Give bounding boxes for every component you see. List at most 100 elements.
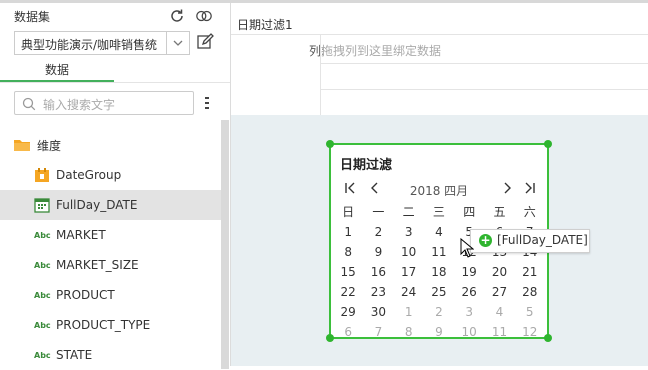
dataset-panel: 数据集 典型功能演示/咖啡销售统 数据 输入搜索文字 维度 DateGroup … <box>0 3 231 369</box>
tree-scrollbar[interactable] <box>221 120 229 369</box>
tree-label: MARKET <box>56 228 106 242</box>
search-input[interactable]: 输入搜索文字 <box>14 91 194 115</box>
link-rings-icon[interactable] <box>195 7 213 25</box>
calendar-day[interactable]: 17 <box>394 262 424 282</box>
calendar-day[interactable]: 2 <box>363 222 393 242</box>
calendar-day[interactable]: 12 <box>515 322 545 342</box>
component-name: 日期过滤1 <box>237 18 293 32</box>
calendar-day[interactable]: 28 <box>515 282 545 302</box>
calendar-day[interactable]: 21 <box>515 262 545 282</box>
calendar-week-row: 29 30 1 2 3 4 5 <box>333 302 545 322</box>
calendar-day[interactable]: 4 <box>424 222 454 242</box>
abc-text-icon: Abc <box>34 260 51 270</box>
edit-icon[interactable] <box>196 33 214 51</box>
more-menu-icon[interactable] <box>204 96 210 110</box>
tree-item-dategroup[interactable]: DateGroup <box>0 160 221 190</box>
abc-text-icon: Abc <box>34 290 51 300</box>
calendar-day[interactable]: 11 <box>424 242 454 262</box>
weekday-label: 四 <box>463 205 476 219</box>
calendar-day[interactable]: 9 <box>363 242 393 262</box>
tree-label: PRODUCT <box>56 288 115 302</box>
weekday-label: 二 <box>402 205 415 219</box>
calendar-day[interactable]: 30 <box>363 302 393 322</box>
calendar-day[interactable]: 15 <box>333 262 363 282</box>
tab-divider <box>0 82 230 83</box>
tree-label: PRODUCT_TYPE <box>56 318 151 332</box>
calendar-day[interactable]: 27 <box>484 282 514 302</box>
tree-item-product[interactable]: Abc PRODUCT <box>0 280 221 310</box>
calendar-day[interactable]: 16 <box>363 262 393 282</box>
calendar-day[interactable]: 7 <box>363 322 393 342</box>
calendar-day[interactable]: 20 <box>484 262 514 282</box>
tree-label: 维度 <box>37 138 62 153</box>
calendar-week-row: 22 23 24 25 26 27 28 <box>333 282 545 302</box>
column-drop-zone[interactable]: 拖拽列到这里绑定数据 <box>321 37 648 63</box>
calendar-day[interactable]: 8 <box>333 242 363 262</box>
calendar-day[interactable]: 10 <box>394 242 424 262</box>
drop-row-divider <box>321 63 648 64</box>
tree-label: MARKET_SIZE <box>56 258 139 272</box>
calendar-day[interactable]: 24 <box>394 282 424 302</box>
tree-label: FullDay_DATE <box>56 198 138 212</box>
calendar-day[interactable]: 8 <box>394 322 424 342</box>
tree-item-market[interactable]: Abc MARKET <box>0 220 221 250</box>
weekday-label: 三 <box>432 205 445 219</box>
calendar-day[interactable]: 22 <box>333 282 363 302</box>
drag-tooltip: + [FullDay_DATE] <box>470 229 590 253</box>
calendar-day[interactable]: 1 <box>333 222 363 242</box>
dataset-select-value: 典型功能演示/咖啡销售统 <box>21 38 158 52</box>
column-drop-placeholder: 拖拽列到这里绑定数据 <box>321 44 442 58</box>
add-plus-icon: + <box>479 233 492 247</box>
calendar-day[interactable]: 1 <box>394 302 424 322</box>
search-icon <box>22 97 36 114</box>
calendar-day[interactable]: 6 <box>333 322 363 342</box>
weekday-label: 日 <box>342 205 355 219</box>
resize-handle[interactable] <box>544 140 552 148</box>
calendar-day[interactable]: 26 <box>454 282 484 302</box>
widget-title: 日期过滤 <box>340 158 393 173</box>
drop-row-divider <box>321 89 648 90</box>
resize-handle[interactable] <box>326 334 334 342</box>
next-month-icon[interactable] <box>501 182 513 197</box>
last-month-icon[interactable] <box>524 182 536 197</box>
header-divider <box>231 34 648 35</box>
calendar-day[interactable]: 4 <box>484 302 514 322</box>
chevron-down-icon[interactable] <box>166 32 189 54</box>
calendar-grid: 日 一 二 三 四 五 六 12345678910111213141516171… <box>333 202 545 342</box>
month-label: 2018 四月 <box>409 184 469 198</box>
calendar-day[interactable]: 11 <box>484 322 514 342</box>
calendar-day[interactable]: 23 <box>363 282 393 302</box>
mouse-cursor-icon <box>460 237 475 261</box>
calendar-week-row: 15 16 17 18 19 20 21 <box>333 262 545 282</box>
refresh-icon[interactable] <box>168 7 186 25</box>
folder-icon <box>13 138 31 152</box>
tree-item-fullday-date[interactable]: FullDay_DATE <box>0 190 221 220</box>
date-group-icon <box>34 167 50 183</box>
search-placeholder: 输入搜索文字 <box>43 98 116 112</box>
calendar-day[interactable]: 29 <box>333 302 363 322</box>
calendar-day[interactable]: 3 <box>454 302 484 322</box>
calendar-day[interactable]: 5 <box>515 302 545 322</box>
calendar-day[interactable]: 25 <box>424 282 454 302</box>
resize-handle[interactable] <box>544 334 552 342</box>
calendar-day[interactable]: 2 <box>424 302 454 322</box>
tree-item-product-type[interactable]: Abc PRODUCT_TYPE <box>0 310 221 340</box>
abc-text-icon: Abc <box>34 320 51 330</box>
calendar-day[interactable]: 19 <box>454 262 484 282</box>
calendar-icon <box>34 197 50 213</box>
tree-item-market-size[interactable]: Abc MARKET_SIZE <box>0 250 221 280</box>
calendar-day[interactable]: 3 <box>394 222 424 242</box>
drag-tooltip-label: [FullDay_DATE] <box>497 233 588 247</box>
abc-text-icon: Abc <box>34 350 51 360</box>
weekday-header-row: 日 一 二 三 四 五 六 <box>333 202 545 222</box>
weekday-label: 六 <box>523 205 536 219</box>
weekday-label: 五 <box>493 205 506 219</box>
calendar-day[interactable]: 10 <box>454 322 484 342</box>
tree-folder-dimension[interactable]: 维度 <box>0 130 221 160</box>
dataset-select[interactable]: 典型功能演示/咖啡销售统 <box>14 31 190 55</box>
resize-handle[interactable] <box>326 140 334 148</box>
dataset-panel-title: 数据集 <box>14 10 51 24</box>
calendar-day[interactable]: 9 <box>424 322 454 342</box>
weekday-label: 一 <box>372 205 385 219</box>
calendar-day[interactable]: 18 <box>424 262 454 282</box>
